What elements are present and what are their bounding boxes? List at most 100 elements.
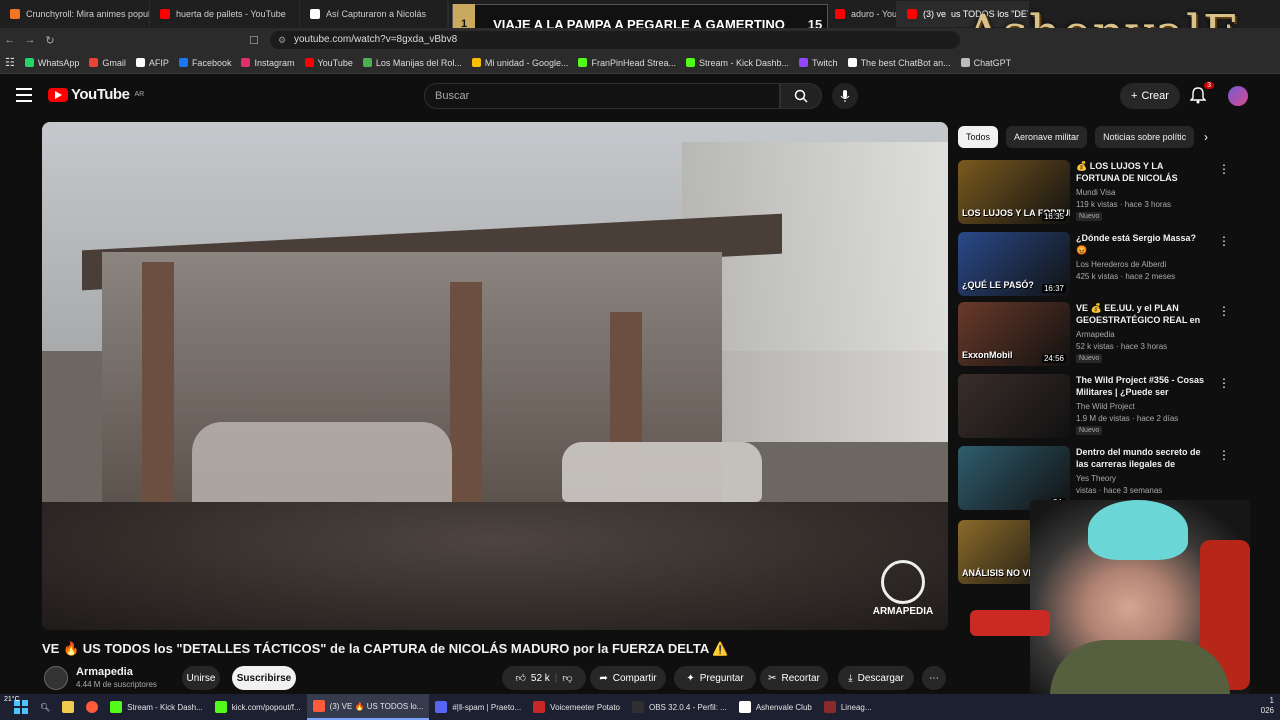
taskbar-window[interactable]: Voicemeeter Potato [527, 694, 626, 720]
taskbar-window[interactable]: #|‖-spam | Praeto... [429, 694, 527, 720]
recommendation-channel[interactable]: Armapedia [1076, 330, 1115, 339]
filter-chip[interactable]: Noticias sobre polític [1095, 126, 1195, 148]
taskbar-window[interactable]: (3) VE 🔥 US TODOS lo... [306, 694, 430, 720]
browser-tab[interactable]: Así Capturaron a Nicolás [300, 1, 448, 27]
bookmark-label: Stream - Kick Dashb... [699, 57, 790, 68]
bookmark-item[interactable]: Twitch [794, 58, 843, 68]
bookmark-item[interactable]: YouTube [300, 58, 358, 68]
back-icon[interactable]: ← [0, 34, 20, 46]
bookmark-favicon-icon [89, 58, 99, 67]
channel-avatar[interactable] [44, 666, 68, 690]
browser-tab[interactable]: Crunchyroll: Mira animes populares, [0, 1, 150, 27]
browser-taskbar-icon[interactable] [80, 694, 104, 720]
recommendation-title[interactable]: Dentro del mundo secreto de las carreras… [1076, 446, 1206, 472]
taskbar-window[interactable]: OBS 32.0.4 - Perfil: ... [626, 694, 733, 720]
recommendation-thumbnail[interactable] [958, 374, 1070, 438]
recommendation-channel[interactable]: Yes Theory [1076, 474, 1116, 483]
filter-chip[interactable]: Todos [958, 126, 999, 148]
voice-search-button[interactable] [832, 83, 858, 109]
bookmark-item[interactable]: AFIP [131, 58, 174, 68]
recommendation-channel[interactable]: The Wild Project [1076, 402, 1135, 411]
ask-label: Preguntar [699, 672, 744, 684]
more-actions-button[interactable]: ⋯ [922, 666, 946, 690]
bookmark-item[interactable]: The best ChatBot an... [843, 58, 956, 68]
reload-icon[interactable]: ↻ [40, 34, 60, 47]
bookmark-label: The best ChatBot an... [860, 57, 951, 68]
browser-tab[interactable]: (3) [448, 1, 449, 27]
bookmark-item[interactable]: WhatsApp [20, 58, 85, 68]
recommendation-title[interactable]: VE 💰 EE.UU. y el PLAN GEOESTRATÉGICO REA… [1076, 302, 1206, 328]
video-player[interactable]: ARMAPEDIA [42, 122, 948, 630]
bookmark-item[interactable]: ChatGPT [956, 58, 1017, 68]
app-icon [312, 700, 325, 712]
search-button[interactable] [780, 83, 822, 109]
taskbar-window[interactable]: Ashenvale Club [733, 694, 818, 720]
share-button[interactable]: ➦ Compartir [590, 666, 666, 690]
ask-button[interactable]: ✦ Preguntar [674, 666, 756, 690]
bookmark-label: Los Manijas del Rol... [375, 57, 462, 68]
watermark-text: ARMAPEDIA [872, 606, 934, 617]
bookmark-item[interactable]: Stream - Kick Dashb... [681, 58, 794, 68]
like-button[interactable]: 👍︎ 52 k | 👎︎ [502, 666, 586, 690]
url-field[interactable]: ⚙ youtube.com/watch?v=8gxda_vBbv8 [270, 31, 960, 49]
bookmark-item[interactable]: Instagram [236, 58, 299, 68]
bookmark-icon[interactable]: ☐ [244, 34, 264, 47]
download-label: Descargar [857, 672, 904, 684]
more-vertical-icon[interactable]: ⋮ [1218, 162, 1230, 176]
search-taskbar-icon[interactable]: 🔍︎ [34, 694, 56, 720]
search-input[interactable]: Buscar [424, 83, 780, 109]
bookmark-favicon-icon [24, 58, 34, 67]
browser-tab[interactable]: huerta de pallets - YouTube [150, 1, 300, 27]
taskbar-window[interactable]: Stream - Kick Dash... [104, 694, 209, 720]
taskbar-window[interactable]: Lineag... [818, 694, 878, 720]
clip-button[interactable]: ✂ Recortar [760, 666, 828, 690]
bookmark-item[interactable]: Gmail [84, 58, 131, 68]
system-clock[interactable]: 1 026 [1261, 696, 1274, 716]
chevron-right-icon[interactable]: › [1204, 130, 1208, 144]
recommendation-item[interactable]: The Wild Project #356 - Cosas Militares … [958, 374, 1230, 440]
notifications-button[interactable]: 3 [1189, 82, 1214, 106]
more-vertical-icon[interactable]: ⋮ [1218, 448, 1230, 462]
browser-tab[interactable]: aduro - YouTube [825, 1, 897, 27]
recommendation-thumbnail[interactable]: LOS LUJOS Y LA FORTUNA DE NICOLÁS MADURO… [958, 160, 1070, 224]
recommendation-title[interactable]: ¿Dónde está Sergio Massa? 😡 [1076, 232, 1206, 256]
bookmark-item[interactable]: Los Manijas del Rol... [358, 58, 467, 68]
recommendation-meta: 425 k vistas · hace 2 meses [1076, 272, 1176, 281]
file-explorer-icon[interactable] [56, 694, 80, 720]
bookmark-favicon-icon [686, 58, 696, 67]
menu-icon[interactable] [16, 88, 32, 102]
bookmark-item[interactable]: Mi unidad - Google... [467, 58, 574, 68]
recommendation-item[interactable]: LOS LUJOS Y LA FORTUNA DE NICOLÁS MADURO… [958, 160, 1230, 226]
recommendation-channel[interactable]: Los Herederos de Alberdi [1076, 260, 1166, 269]
webcam-microphone [970, 610, 1050, 636]
thumbs-down-icon[interactable]: 👎︎ [562, 672, 572, 684]
recommendation-thumbnail[interactable]: ¿QUÉ LE PASÓ? 16:37 [958, 232, 1070, 296]
recommendation-title[interactable]: 💰 LOS LUJOS Y LA FORTUNA DE NICOLÁS MADU… [1076, 160, 1206, 186]
bookmark-item[interactable]: Facebook [174, 58, 237, 68]
create-button[interactable]: + Crear [1120, 83, 1180, 109]
channel-name[interactable]: Armapedia [76, 666, 133, 678]
bookmark-favicon-icon [471, 58, 481, 67]
more-vertical-icon[interactable]: ⋮ [1218, 234, 1230, 248]
apps-grid-icon[interactable]: ☷ [0, 56, 20, 69]
user-avatar[interactable] [1228, 86, 1248, 106]
download-button[interactable]: ⤓ Descargar [838, 666, 914, 690]
recommendation-item[interactable]: ¿QUÉ LE PASÓ? 16:37 ¿Dónde está Sergio Mas… [958, 232, 1230, 298]
recommendation-title[interactable]: The Wild Project #356 - Cosas Militares … [1076, 374, 1206, 400]
recommendation-meta: 119 k vistas · hace 3 horas [1076, 200, 1172, 209]
join-button[interactable]: Unirse [182, 666, 220, 690]
video-frame-pillar [142, 262, 174, 502]
recommendation-item[interactable]: ExxonMobil 24:56 VE 💰 EE.UU. y el PLAN GEO… [958, 302, 1230, 368]
youtube-logo[interactable]: YouTube AR [48, 86, 144, 103]
more-vertical-icon[interactable]: ⋮ [1218, 304, 1230, 318]
recommendation-channel[interactable]: Mundi Visa [1076, 188, 1115, 197]
subscribe-button[interactable]: Suscribirse [232, 666, 296, 690]
os-taskbar: 21°C 🔍︎ Stream - Kick Dash... kick.com/po… [0, 694, 1280, 720]
site-info-icon[interactable]: ⚙ [278, 31, 286, 49]
taskbar-window[interactable]: kick.com/popout/f... [209, 694, 307, 720]
filter-chip[interactable]: Aeronave militar [1006, 126, 1088, 148]
more-vertical-icon[interactable]: ⋮ [1218, 376, 1230, 390]
forward-icon[interactable]: → [20, 34, 40, 46]
bookmark-item[interactable]: FranPinHead Strea... [573, 58, 681, 68]
recommendation-thumbnail[interactable]: ExxonMobil 24:56 [958, 302, 1070, 366]
